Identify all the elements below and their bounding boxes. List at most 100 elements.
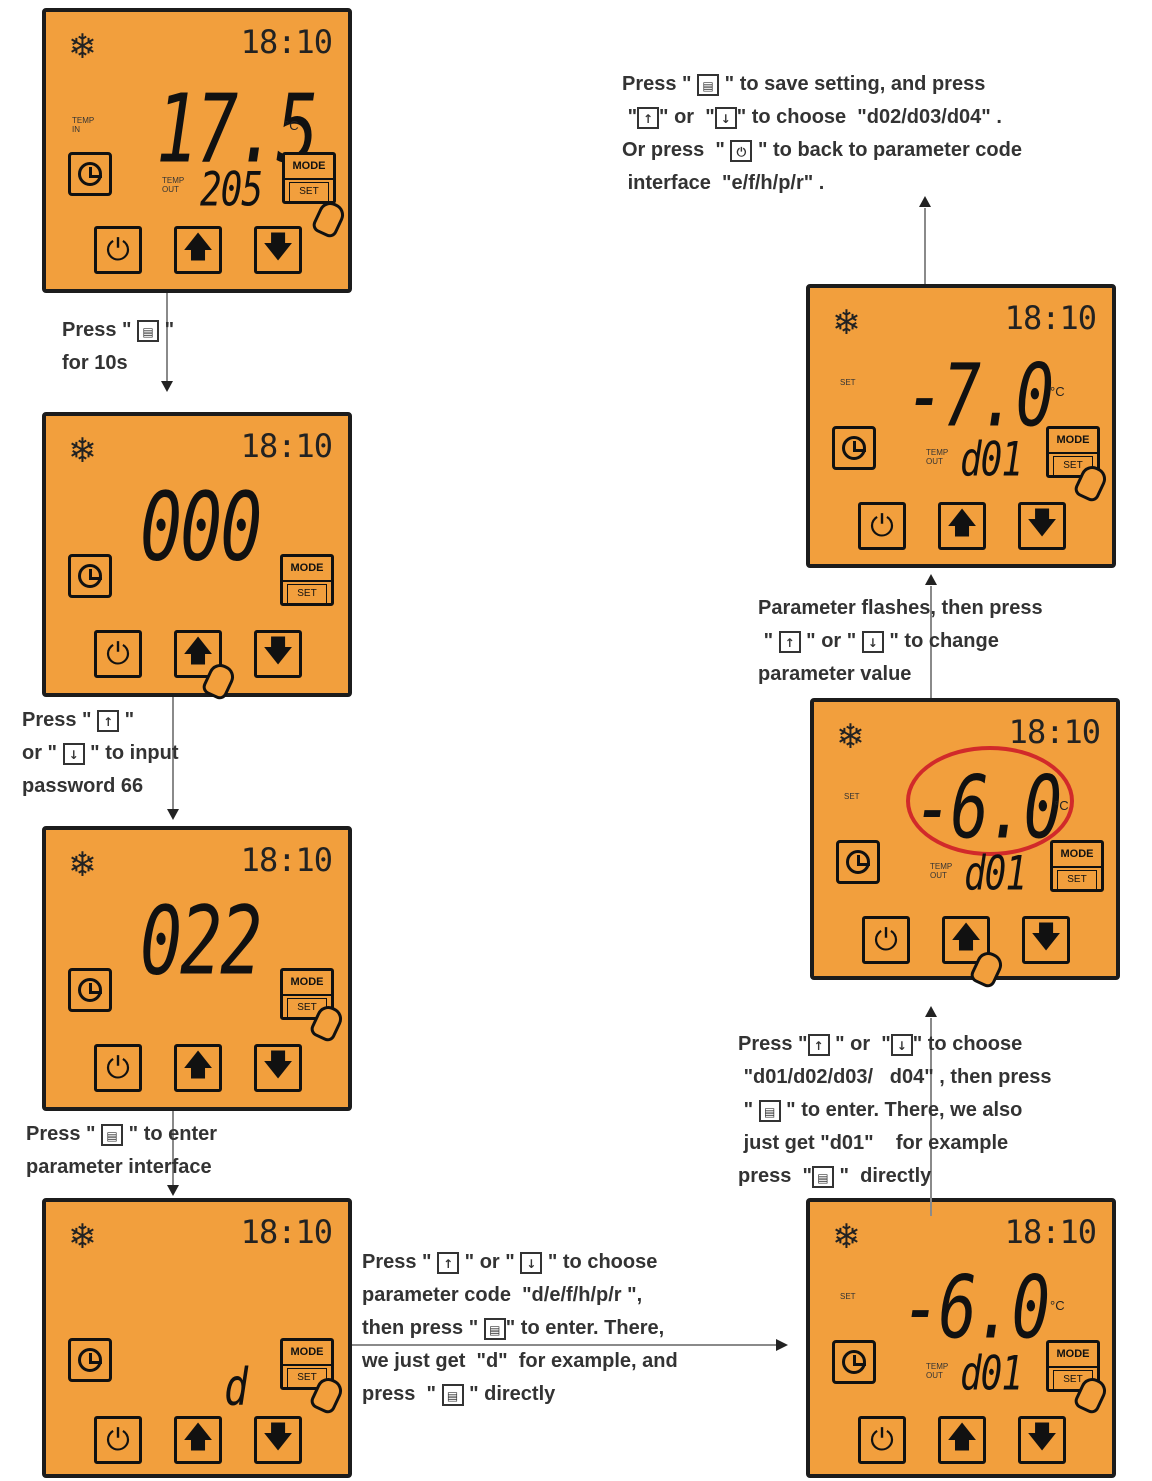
mode-set-button[interactable]: MODE SET — [282, 152, 336, 204]
clock-display: 18:10 — [240, 427, 333, 465]
parameter-code: d01 — [960, 434, 1023, 488]
lcd-panel-parameter-flashing: ❄ 18:10 SET -6.0 °C TEMP OUT d01 MODE SET… — [810, 698, 1120, 990]
down-button[interactable]: 🡇 — [254, 1044, 302, 1092]
mode-set-key-icon: ▤ — [758, 1099, 781, 1122]
power-button[interactable]: ⏻ — [94, 1416, 142, 1464]
up-button[interactable]: 🡅 — [938, 502, 986, 550]
lcd-panel-parameter-d01: ❄ 18:10 SET -6.0 °C TEMP OUT d01 MODE SET… — [806, 1198, 1116, 1478]
mode-set-key-icon: ▤ — [101, 1123, 124, 1146]
lcd-panel-parameter-code: ❄ 18:10 d MODE SET ⏻ 🡅 🡇 — [42, 1198, 352, 1478]
note-step-4: Press " ↑ " or " ↓ " to choose parameter… — [362, 1251, 678, 1406]
up-button[interactable]: 🡅 — [174, 1416, 222, 1464]
temp-out-label: TEMP OUT — [162, 176, 185, 194]
flow-arrow — [925, 1006, 937, 1017]
set-label: SET — [840, 1292, 856, 1301]
flow-arrow — [776, 1339, 788, 1351]
power-button[interactable]: ⏻ — [858, 502, 906, 550]
down-key-icon: ↓ — [520, 1251, 543, 1274]
mode-set-button[interactable]: MODE SET — [280, 554, 334, 606]
lcd-panel-home: ❄ 18:10 TEMP IN 17.5 °C TEMP OUT 205 MOD… — [42, 8, 352, 293]
mode-set-key-icon: ▤ — [697, 73, 720, 96]
temp-out-label: TEMP OUT — [926, 448, 949, 466]
note-step-6: Parameter flashes, then press " ↑ " or "… — [758, 597, 1043, 685]
timer-icon — [68, 152, 112, 196]
parameter-code: d01 — [964, 848, 1027, 902]
flow-arrow — [161, 381, 173, 392]
mode-set-key-icon: ▤ — [441, 1383, 464, 1406]
up-button[interactable]: 🡅 — [174, 226, 222, 274]
note-step-3: Press " ▤ " to enter parameter interface — [26, 1123, 218, 1178]
mode-set-key-icon: ▤ — [483, 1317, 506, 1340]
down-key-icon: ↓ — [861, 630, 884, 653]
down-key-icon: ↓ — [62, 742, 85, 765]
up-button[interactable]: 🡅 — [938, 1416, 986, 1464]
clock-display: 18:10 — [1004, 299, 1097, 337]
power-key-icon: ⏻ — [730, 139, 753, 162]
clock-display: 18:10 — [240, 841, 333, 879]
snowflake-icon: ❄ — [836, 717, 865, 757]
note-step-5: Press " ↑ " or " ↓ " to choose "d01/d02/d03… — [738, 1033, 1052, 1188]
temp-in-label: TEMP IN — [72, 116, 95, 134]
note-step-2: Press " ↑ " or " ↓ " to input password 6… — [22, 709, 179, 797]
clock-display: 18:10 — [1008, 713, 1101, 751]
down-button[interactable]: 🡇 — [1022, 916, 1070, 964]
snowflake-icon: ❄ — [68, 1217, 97, 1257]
celsius-unit: °C — [1050, 1298, 1065, 1313]
down-button[interactable]: 🡇 — [254, 1416, 302, 1464]
snowflake-icon: ❄ — [68, 27, 97, 67]
timer-icon — [832, 1340, 876, 1384]
flow-arrow — [925, 574, 937, 585]
temp-out-label: TEMP OUT — [926, 1362, 949, 1380]
timer-icon — [68, 554, 112, 598]
up-key-icon: ↑ — [778, 630, 801, 653]
up-button[interactable]: 🡅 — [174, 1044, 222, 1092]
power-button[interactable]: ⏻ — [858, 1416, 906, 1464]
power-button[interactable]: ⏻ — [94, 226, 142, 274]
note-step-7: Press " ▤ " to save setting, and press "… — [622, 73, 1022, 194]
up-key-icon: ↑ — [97, 709, 120, 732]
timer-icon — [836, 840, 880, 884]
down-button[interactable]: 🡇 — [254, 226, 302, 274]
flow-arrow — [167, 1185, 179, 1196]
up-key-icon: ↑ — [437, 1251, 460, 1274]
down-key-icon: ↓ — [714, 106, 737, 129]
mode-set-key-icon: ▤ — [137, 319, 160, 342]
set-label: SET — [844, 792, 860, 801]
outdoor-temperature: 205 — [200, 164, 263, 218]
lcd-panel-password: ❄ 18:10 000 MODE SET ⏻ 🡅 🡇 — [42, 412, 352, 702]
down-button[interactable]: 🡇 — [1018, 502, 1066, 550]
clock-display: 18:10 — [1004, 1213, 1097, 1251]
down-button[interactable]: 🡇 — [254, 630, 302, 678]
up-key-icon: ↑ — [637, 106, 660, 129]
snowflake-icon: ❄ — [68, 845, 97, 885]
flow-line — [924, 208, 926, 284]
flow-arrow — [167, 809, 179, 820]
power-button[interactable]: ⏻ — [94, 630, 142, 678]
parameter-code-display: d — [224, 1358, 248, 1418]
hand-icon — [310, 198, 348, 240]
clock-display: 18:10 — [240, 1213, 333, 1251]
highlight-circle — [906, 746, 1074, 856]
set-label: SET — [840, 378, 856, 387]
power-button[interactable]: ⏻ — [94, 1044, 142, 1092]
down-key-icon: ↓ — [890, 1033, 913, 1056]
power-button[interactable]: ⏻ — [862, 916, 910, 964]
snowflake-icon: ❄ — [832, 303, 861, 343]
timer-icon — [832, 426, 876, 470]
lcd-panel-parameter-changed: ❄ 18:10 SET -7.0 °C TEMP OUT d01 MODE SET… — [806, 284, 1116, 568]
celsius-unit: °C — [1050, 384, 1065, 399]
timer-icon — [68, 968, 112, 1012]
down-button[interactable]: 🡇 — [1018, 1416, 1066, 1464]
mode-set-key-icon: ▤ — [811, 1165, 834, 1188]
temp-out-label: TEMP OUT — [930, 862, 953, 880]
snowflake-icon: ❄ — [68, 431, 97, 471]
password-display: 022 — [140, 885, 262, 997]
celsius-unit: °C — [284, 118, 299, 133]
password-display: 000 — [140, 471, 262, 583]
up-key-icon: ↑ — [807, 1033, 830, 1056]
parameter-code: d01 — [960, 1348, 1023, 1402]
mode-set-button[interactable]: MODE SET — [1050, 840, 1104, 892]
parameter-value: -7.0 — [906, 347, 1054, 448]
note-step-1: Press " ▤ " for 10s — [62, 319, 175, 374]
lcd-panel-password-entered: ❄ 18:10 022 MODE SET ⏻ 🡅 🡇 — [42, 826, 352, 1111]
